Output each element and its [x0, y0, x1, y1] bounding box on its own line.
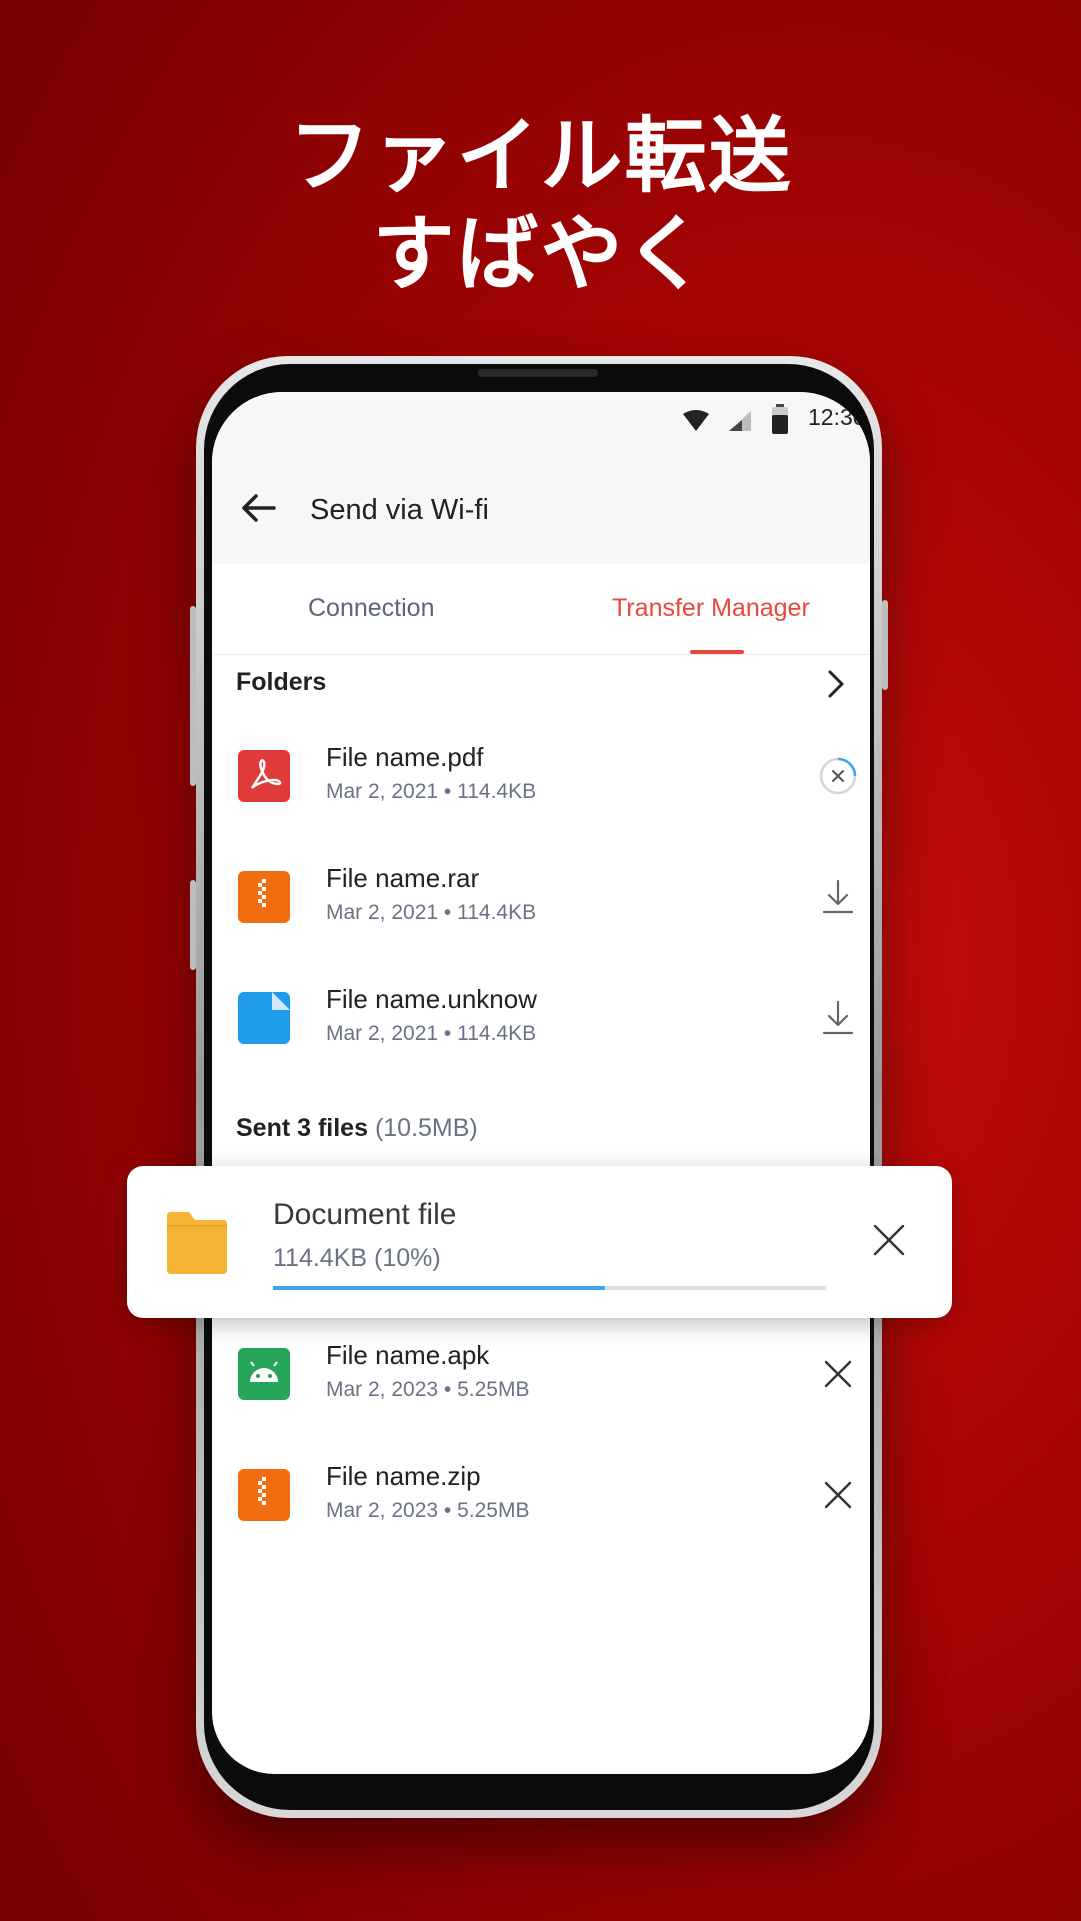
phone-side-button: [190, 880, 196, 970]
list-item[interactable]: File name.zip Mar 2, 2023 • 5.25MB: [212, 1441, 870, 1551]
list-item[interactable]: File name.apk Mar 2, 2023 • 5.25MB: [212, 1320, 870, 1430]
close-icon[interactable]: [871, 1222, 907, 1258]
list-item[interactable]: File name.unknow Mar 2, 2021 • 114.4KB: [212, 964, 870, 1074]
sent-count-label: Sent 3 files: [236, 1114, 368, 1142]
archive-icon: [238, 1469, 290, 1521]
section-header-sent: Sent 3 files (10.5MB): [236, 1114, 478, 1143]
wifi-icon: [683, 410, 709, 431]
status-time: 12:30: [808, 404, 866, 430]
download-icon[interactable]: [818, 998, 858, 1038]
file-icon: [238, 992, 290, 1044]
arrow-left-icon[interactable]: [238, 488, 278, 528]
file-meta: Mar 2, 2021 • 114.4KB: [326, 901, 537, 924]
folder-icon: [167, 1212, 227, 1274]
tab-bar: Connection Transfer Manager: [212, 564, 870, 655]
cancel-progress-icon[interactable]: [818, 756, 858, 796]
file-meta: Mar 2, 2021 • 114.4KB: [326, 1022, 537, 1045]
promo-headline: ファイル転送 すばやく: [0, 108, 1081, 304]
transfer-progress-card[interactable]: Document file 114.4KB (10%): [127, 1166, 952, 1318]
app-bar: Send via Wi-fi: [212, 456, 870, 565]
file-name: File name.unknow: [326, 984, 537, 1014]
sent-size-label: (10.5MB): [374, 1114, 478, 1142]
file-name: File name.rar: [326, 863, 480, 893]
list-item[interactable]: File name.rar Mar 2, 2021 • 114.4KB: [212, 843, 870, 953]
headline-line-1: ファイル転送: [288, 109, 793, 204]
file-meta: Mar 2, 2023 • 5.25MB: [326, 1378, 530, 1401]
phone-side-button: [190, 606, 196, 786]
phone-side-button: [882, 600, 888, 690]
archive-icon: [238, 871, 290, 923]
signal-icon: [729, 411, 751, 431]
phone-screen: 12:30 Send via Wi-fi Connection Transfer…: [212, 392, 870, 1774]
battery-icon: [772, 404, 788, 434]
download-icon[interactable]: [818, 877, 858, 917]
chevron-right-icon[interactable]: [824, 668, 848, 700]
section-header-folders[interactable]: Folders: [236, 668, 326, 697]
active-tab-indicator: [690, 650, 744, 654]
file-name: File name.apk: [326, 1340, 490, 1370]
transfer-file-meta: 114.4KB (10%): [273, 1244, 441, 1272]
phone-speaker: [478, 369, 598, 377]
android-icon: [238, 1348, 290, 1400]
transfer-file-name: Document file: [273, 1198, 457, 1231]
tab-transfer-manager[interactable]: Transfer Manager: [612, 594, 810, 623]
list-item[interactable]: File name.pdf Mar 2, 2021 • 114.4KB: [212, 722, 870, 832]
tab-connection[interactable]: Connection: [308, 594, 434, 623]
close-icon[interactable]: [818, 1475, 858, 1515]
file-meta: Mar 2, 2023 • 5.25MB: [326, 1499, 530, 1522]
status-bar: 12:30: [212, 392, 870, 456]
progress-bar: [273, 1286, 826, 1290]
close-icon[interactable]: [818, 1354, 858, 1394]
progress-bar-fill: [273, 1286, 605, 1290]
page-title: Send via Wi-fi: [310, 494, 489, 526]
file-name: File name.pdf: [326, 742, 484, 772]
pdf-icon: [238, 750, 290, 802]
file-name: File name.zip: [326, 1461, 481, 1491]
file-meta: Mar 2, 2021 • 114.4KB: [326, 780, 537, 803]
headline-line-2: すばやく: [372, 207, 709, 302]
